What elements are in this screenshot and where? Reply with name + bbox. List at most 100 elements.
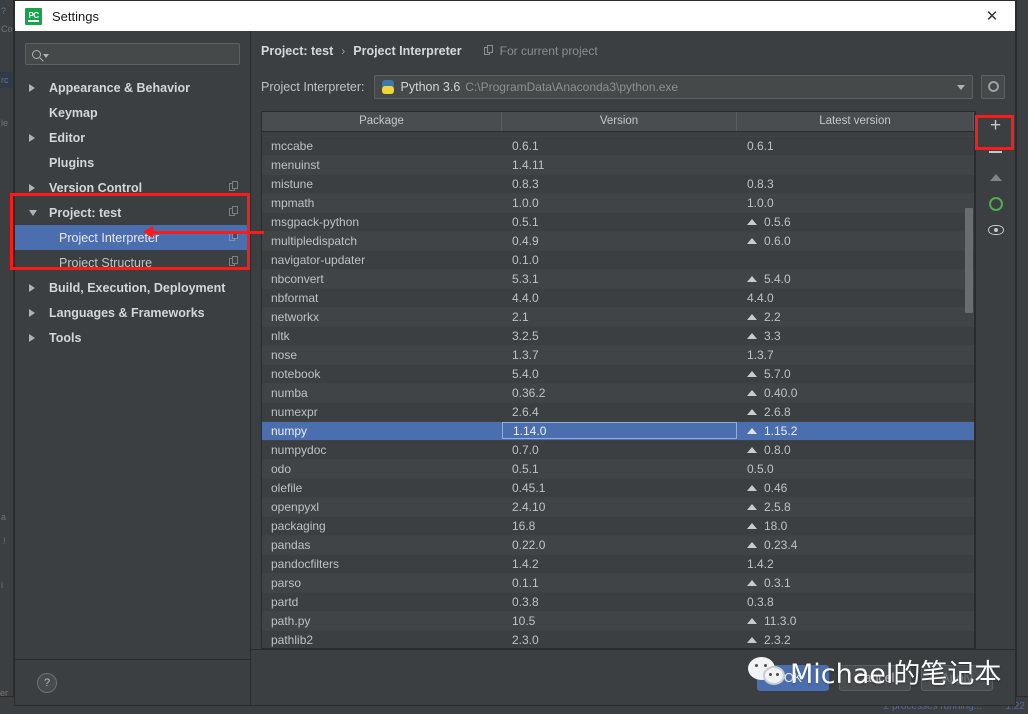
sidebar-item-project-test[interactable]: Project: test <box>15 200 250 225</box>
breadcrumb-parent[interactable]: Project: test <box>261 44 333 58</box>
cell-latest-version: 0.3.8 <box>737 593 974 611</box>
table-row[interactable]: numpy1.14.01.15.2 <box>262 422 974 441</box>
search-box[interactable] <box>25 43 240 65</box>
cell-package: nltk <box>262 327 502 345</box>
table-row[interactable]: notebook5.4.05.7.0 <box>262 365 974 384</box>
chevron-right-icon[interactable] <box>29 284 41 292</box>
table-row[interactable]: mpmath1.0.01.0.0 <box>262 194 974 213</box>
latest-version-text: 2.6.8 <box>764 405 791 419</box>
cell-package: multipledispatch <box>262 232 502 250</box>
table-row[interactable]: nltk3.2.5 3.3 <box>262 327 974 346</box>
sidebar-item-version-control[interactable]: Version Control <box>15 175 250 200</box>
show-early-releases-button[interactable] <box>979 217 1013 243</box>
up-arrow-icon <box>747 447 757 453</box>
table-row[interactable]: numpydoc0.7.00.8.0 <box>262 441 974 460</box>
sidebar-item-project-structure[interactable]: Project Structure <box>15 250 250 275</box>
interpreter-settings-button[interactable] <box>981 75 1005 99</box>
table-row[interactable]: parso0.1.10.3.1 <box>262 574 974 593</box>
up-arrow-icon <box>747 238 757 244</box>
table-row[interactable]: pathlib22.3.02.3.2 <box>262 631 974 648</box>
install-package-button[interactable]: + <box>979 113 1013 139</box>
table-row[interactable]: openpyxl2.4.102.5.8 <box>262 498 974 517</box>
uninstall-package-button[interactable] <box>979 139 1013 165</box>
table-row[interactable]: mccabe0.6.10.6.1 <box>262 137 974 156</box>
table-row[interactable]: path.py10.511.3.0 <box>262 612 974 631</box>
sidebar-item-plugins[interactable]: Plugins <box>15 150 250 175</box>
ide-right-strip <box>1016 0 1028 714</box>
latest-version-text: 0.6.1 <box>747 139 774 153</box>
latest-version-text: 3.3 <box>764 329 781 343</box>
sidebar-item-appearance-behavior[interactable]: Appearance & Behavior <box>15 75 250 100</box>
up-arrow-icon <box>747 523 757 529</box>
table-row[interactable]: networkx2.12.2 <box>262 308 974 327</box>
table-row[interactable]: nbformat4.4.04.4.0 <box>262 289 974 308</box>
table-row[interactable]: partd0.3.80.3.8 <box>262 593 974 612</box>
table-row[interactable]: msgpack-python0.5.10.5.6 <box>262 213 974 232</box>
search-input[interactable] <box>49 47 233 61</box>
upgrade-package-button[interactable] <box>979 165 1013 191</box>
cell-version: 0.4.9 <box>502 232 737 250</box>
chevron-right-icon[interactable] <box>29 84 41 92</box>
chevron-down-icon[interactable] <box>29 210 41 216</box>
table-vertical-scrollbar[interactable] <box>965 208 973 313</box>
sidebar-item-editor[interactable]: Editor <box>15 125 250 150</box>
python-icon <box>381 80 395 94</box>
cancel-button[interactable]: Cancel <box>839 665 911 691</box>
table-row[interactable]: pandas0.22.00.23.4 <box>262 536 974 555</box>
latest-version-text: 1.15.2 <box>764 424 797 438</box>
table-row[interactable]: nbconvert5.3.15.4.0 <box>262 270 974 289</box>
help-icon[interactable]: ? <box>37 673 57 693</box>
latest-version-text: 18.0 <box>764 519 787 533</box>
chevron-right-icon[interactable] <box>29 309 41 317</box>
table-row[interactable]: pandocfilters1.4.21.4.2 <box>262 555 974 574</box>
copy-icon <box>229 231 240 243</box>
sidebar-item-tools[interactable]: Tools <box>15 325 250 350</box>
chevron-right-icon[interactable] <box>29 184 41 192</box>
table-row[interactable]: multipledispatch0.4.90.6.0 <box>262 232 974 251</box>
up-arrow-icon <box>747 542 757 548</box>
cell-version-editing[interactable]: 1.14.0 <box>502 422 737 439</box>
ide-left-fragment: a <box>1 512 6 522</box>
interpreter-path: C:\ProgramData\Anaconda3\python.exe <box>465 80 678 94</box>
sidebar-item-project-interpreter[interactable]: Project Interpreter <box>15 225 250 250</box>
copy-icon <box>484 45 494 56</box>
sidebar-item-keymap[interactable]: Keymap <box>15 100 250 125</box>
column-header-latest-version[interactable]: Latest version <box>737 112 974 131</box>
ide-left-fragment: ! <box>3 536 6 546</box>
chevron-right-icon[interactable] <box>29 334 41 342</box>
latest-version-text: 4.4.0 <box>747 291 774 305</box>
ok-button[interactable]: OK <box>757 665 829 691</box>
table-row[interactable]: olefile0.45.10.46 <box>262 479 974 498</box>
ide-left-fragment: rc <box>1 75 9 85</box>
table-row[interactable]: nose1.3.71.3.7 <box>262 346 974 365</box>
table-row[interactable]: mistune0.8.30.8.3 <box>262 175 974 194</box>
column-header-package[interactable]: Package <box>262 112 502 131</box>
cell-latest-version: 5.4.0 <box>737 270 974 288</box>
column-header-version[interactable]: Version <box>502 112 737 131</box>
chevron-down-icon[interactable] <box>957 85 965 90</box>
table-row[interactable]: packaging16.818.0 <box>262 517 974 536</box>
table-row[interactable]: odo0.5.10.5.0 <box>262 460 974 479</box>
chevron-right-icon[interactable] <box>29 134 41 142</box>
latest-version-text: 11.3.0 <box>764 614 796 628</box>
gear-icon <box>988 81 999 92</box>
sidebar-item-languages-frameworks[interactable]: Languages & Frameworks <box>15 300 250 325</box>
close-icon[interactable]: ✕ <box>969 1 1015 31</box>
table-row[interactable]: numexpr2.6.42.6.8 <box>262 403 974 422</box>
apply-button[interactable]: Apply <box>921 665 993 691</box>
sidebar-item-label: Build, Execution, Deployment <box>49 281 225 295</box>
latest-version-text: 0.3.1 <box>764 576 791 590</box>
cell-latest-version: 1.4.2 <box>737 555 974 573</box>
refresh-button[interactable] <box>979 191 1013 217</box>
table-row[interactable]: navigator-updater0.1.0 <box>262 251 974 270</box>
table-row[interactable]: menuinst1.4.11 <box>262 156 974 175</box>
table-row[interactable]: numba0.36.20.40.0 <box>262 384 974 403</box>
cell-version: 3.2.5 <box>502 327 737 345</box>
up-arrow-icon <box>990 174 1002 181</box>
cell-latest-version: 3.3 <box>737 327 974 345</box>
interpreter-dropdown[interactable]: Python 3.6 C:\ProgramData\Anaconda3\pyth… <box>374 75 973 99</box>
cell-package: pandas <box>262 536 502 554</box>
search-icon <box>32 50 41 59</box>
sidebar-item-build-execution-deployment[interactable]: Build, Execution, Deployment <box>15 275 250 300</box>
cell-package: nose <box>262 346 502 364</box>
